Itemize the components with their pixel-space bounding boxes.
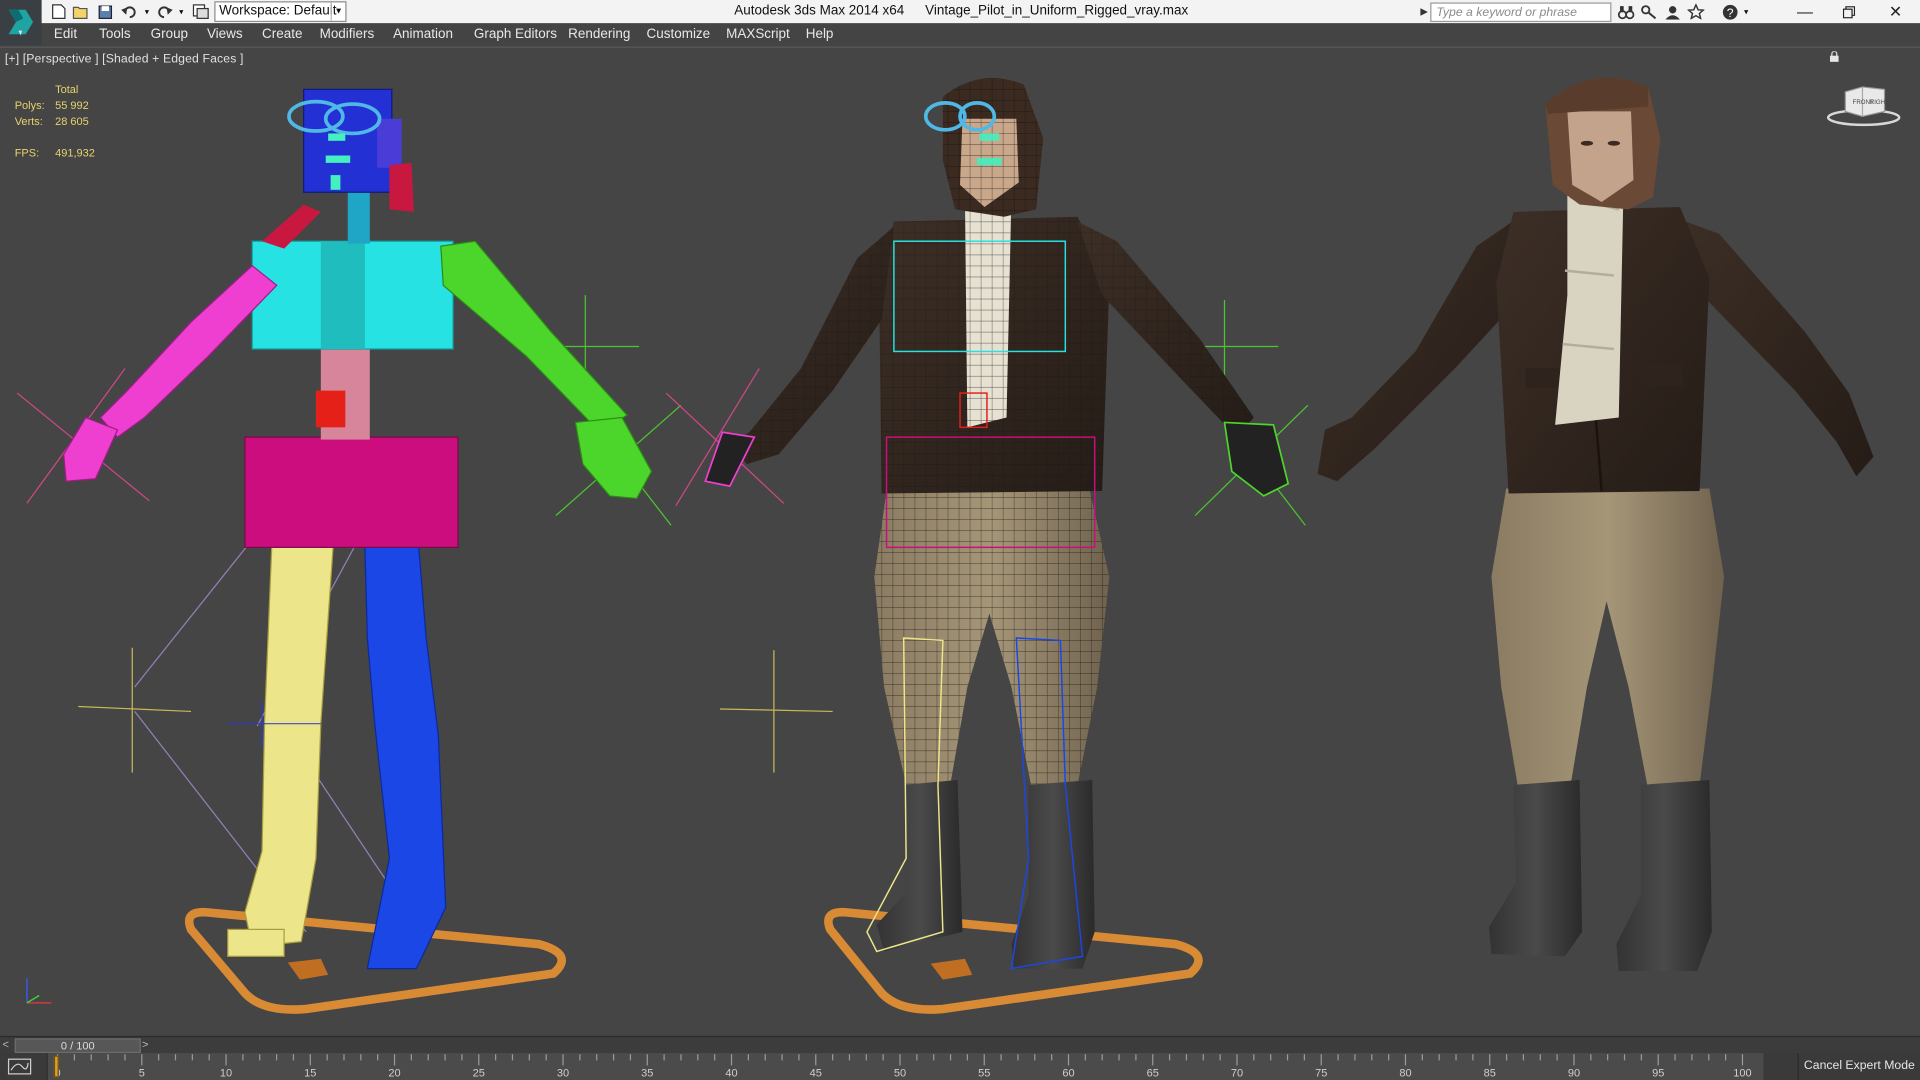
application-menu-button[interactable]	[0, 0, 42, 46]
chevron-right-icon: >	[142, 1038, 149, 1051]
previous-frame-button[interactable]: <	[2, 1038, 14, 1053]
menu-views[interactable]: Views	[207, 27, 243, 42]
search-expand-icon[interactable]: ▶	[1420, 4, 1430, 21]
timeline-tick-label: 35	[641, 1066, 654, 1079]
menu-bar: Edit Tools Group Views Create Modifiers …	[41, 23, 1920, 47]
minimize-icon: —	[1796, 2, 1813, 21]
menu-maxscript[interactable]: MAXScript	[726, 27, 790, 42]
menu-graph-editors[interactable]: Graph Editors	[474, 27, 557, 42]
viewcube[interactable]: FRONT RIGHT	[1826, 77, 1902, 128]
menu-group[interactable]: Group	[151, 27, 188, 42]
fps-value: 491,932	[55, 146, 95, 160]
timeline-tick-label: 85	[1483, 1066, 1496, 1079]
timeline-tick-label: 65	[1146, 1066, 1159, 1079]
timeline-tick-label: 5	[138, 1066, 145, 1079]
mini-curve-editor-icon[interactable]	[7, 1058, 32, 1075]
viewport-scene[interactable]	[0, 48, 1920, 1036]
timeline-tick-label: 45	[809, 1066, 822, 1079]
help-dropdown-icon[interactable]: ▾	[1741, 2, 1751, 20]
polys-value: 55 992	[55, 99, 89, 112]
menu-help[interactable]: Help	[806, 27, 834, 42]
workspace-dropdown[interactable]: Workspace: Default ▼	[214, 1, 347, 23]
world-axis-icon	[22, 973, 59, 1013]
project-folder-icon[interactable]	[191, 2, 211, 20]
biped-skeleton[interactable]	[16, 88, 682, 1014]
menu-edit[interactable]: Edit	[54, 27, 77, 42]
timeline-tick-label: 10	[219, 1066, 233, 1079]
stats-header: Total	[55, 83, 79, 96]
timeline-tick-label: 95	[1652, 1066, 1665, 1079]
close-icon: ✕	[1888, 1, 1903, 21]
timeline-tick-label: 70	[1230, 1066, 1244, 1079]
menu-rendering[interactable]: Rendering	[568, 27, 630, 42]
time-slider[interactable]: 0 / 100	[14, 1038, 141, 1054]
timeline-tick-label: 90	[1567, 1066, 1581, 1079]
help-icon[interactable]: ?	[1720, 2, 1740, 20]
verts-label: Verts:	[14, 115, 43, 128]
time-slider-label: 0 / 100	[60, 1039, 95, 1052]
title-bar: ▾ ▾ Workspace: Default ▼ Autodesk 3ds Ma…	[0, 0, 1920, 46]
timeline-tick-label: 20	[388, 1066, 401, 1079]
minimize-button[interactable]: —	[1783, 0, 1827, 23]
next-frame-button[interactable]: >	[142, 1038, 154, 1053]
viewport-label[interactable]: [+] [Perspective ] [Shaded + Edged Faces…	[5, 53, 244, 66]
rendered-pilot-model[interactable]	[1317, 77, 1874, 972]
timeline-tick-label: 55	[978, 1066, 991, 1079]
timeline-tick-label: 60	[1062, 1066, 1075, 1079]
save-icon[interactable]	[96, 2, 116, 20]
restore-icon	[1842, 5, 1856, 18]
restore-button[interactable]	[1827, 0, 1871, 23]
rigged-pilot-wireframe[interactable]	[665, 78, 1309, 1014]
app-name: Autodesk 3ds Max 2014 x64	[734, 3, 905, 19]
new-file-icon[interactable]	[49, 2, 69, 20]
undo-dropdown-icon[interactable]: ▾	[142, 2, 152, 20]
polys-label: Polys:	[14, 99, 45, 112]
user-icon[interactable]	[1663, 2, 1683, 20]
timeline-tick-label: 75	[1315, 1066, 1328, 1079]
timeline-tick-label: 15	[304, 1066, 317, 1079]
timeline-tick-label: 100	[1733, 1066, 1752, 1079]
menu-customize[interactable]: Customize	[647, 27, 711, 42]
undo-icon[interactable]	[120, 2, 140, 20]
timeline-tick-label: 80	[1399, 1066, 1412, 1079]
perspective-viewport[interactable]: [+] [Perspective ] [Shaded + Edged Faces…	[0, 46, 1920, 1036]
timeline-tick-label: 25	[472, 1066, 485, 1079]
close-button[interactable]: ✕	[1873, 0, 1917, 23]
timeline-tick-label: 40	[725, 1066, 738, 1079]
3ds-max-window: ▾ ▾ Workspace: Default ▼ Autodesk 3ds Ma…	[0, 0, 1920, 1080]
viewcube-right-face[interactable]: RIGHT	[1870, 99, 1889, 106]
menu-modifiers[interactable]: Modifiers	[320, 27, 375, 42]
redo-dropdown-icon[interactable]: ▾	[176, 2, 186, 20]
chevron-down-icon: ▼	[330, 2, 346, 21]
timeline-ruler[interactable]: 0510152025303540455055606570758085909510…	[46, 1053, 1764, 1080]
time-slider-bar: < 0 / 100 >	[0, 1035, 1920, 1054]
search-input[interactable]	[1430, 2, 1612, 23]
open-file-icon[interactable]	[71, 2, 91, 20]
file-name: Vintage_Pilot_in_Uniform_Rigged_vray.max	[925, 3, 1189, 19]
menu-animation[interactable]: Animation	[393, 27, 453, 42]
menu-create[interactable]: Create	[262, 27, 302, 42]
key-icon[interactable]	[1640, 2, 1660, 20]
cancel-expert-mode-button[interactable]: Cancel Expert Mode	[1797, 1053, 1920, 1080]
menu-tools[interactable]: Tools	[99, 27, 130, 42]
chevron-left-icon: <	[2, 1038, 9, 1051]
timeline-tick-label: 50	[893, 1066, 907, 1079]
star-icon[interactable]	[1686, 2, 1706, 20]
fps-label: FPS:	[14, 146, 40, 160]
verts-value: 28 605	[55, 115, 89, 128]
redo-icon[interactable]	[154, 2, 174, 20]
workspace-label: Workspace: Default	[219, 3, 337, 19]
3dsmax-logo-icon	[8, 9, 34, 36]
timeline-tick-label: 30	[556, 1066, 570, 1079]
statistics-overlay: Total Polys: 55 992 Verts: 28 605 FPS: 491,…	[15, 82, 95, 162]
track-bar: 0510152025303540455055606570758085909510…	[0, 1053, 1920, 1080]
lock-icon[interactable]	[1829, 50, 1839, 66]
binoculars-icon[interactable]	[1616, 2, 1636, 20]
svg-text:?: ?	[1727, 6, 1734, 20]
time-cursor[interactable]	[53, 1055, 59, 1078]
